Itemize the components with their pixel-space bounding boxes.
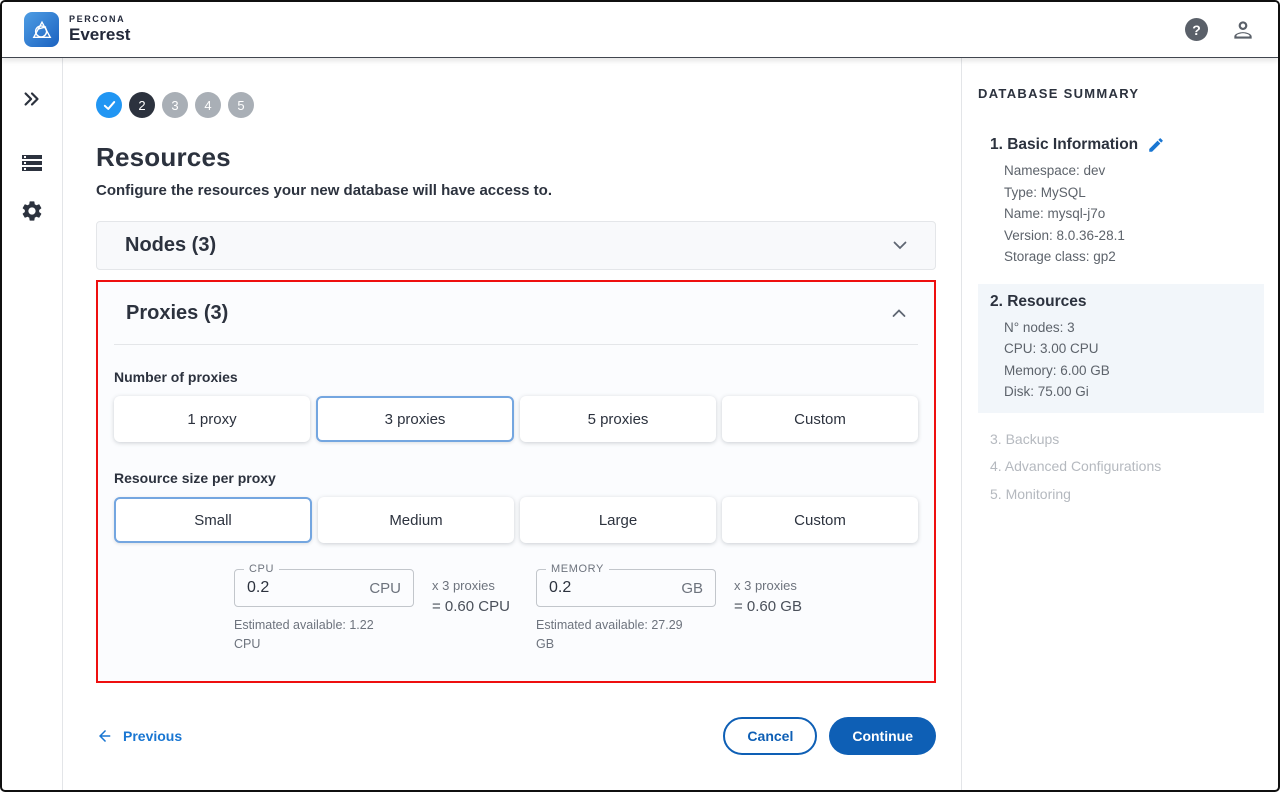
memory-helper-text: Estimated available: 27.29 GB	[536, 616, 701, 655]
proxies-option-5[interactable]: 5 proxies	[520, 396, 716, 442]
memory-total: = 0.60 GB	[734, 598, 838, 615]
step-3[interactable]: 3	[162, 92, 188, 118]
brand-percona: PERCONA	[69, 15, 130, 24]
basic-information-title: 1. Basic Information	[990, 136, 1138, 154]
cpu-total-block: x 3 proxies = 0.60 CPU	[432, 569, 536, 655]
resource-inputs-row: CPU CPU Estimated available: 1.22 CPU x …	[234, 569, 918, 655]
wizard-stepper: 2 3 4 5	[96, 92, 936, 118]
size-option-medium[interactable]: Medium	[318, 497, 514, 543]
summary-item-namespace: Namespace: dev	[1004, 160, 1258, 182]
page-subtitle: Configure the resources your new databas…	[96, 182, 936, 199]
size-option-small-selected[interactable]: Small	[114, 497, 312, 543]
memory-multiplier: x 3 proxies	[734, 578, 838, 593]
cancel-button[interactable]: Cancel	[723, 717, 817, 755]
resource-size-label: Resource size per proxy	[114, 470, 918, 486]
cpu-total: = 0.60 CPU	[432, 598, 536, 615]
cpu-field-label: CPU	[244, 563, 279, 575]
nav-databases-item[interactable]	[15, 146, 49, 180]
page-title: Resources	[96, 142, 936, 173]
brand-text: PERCONA Everest	[69, 15, 130, 43]
double-chevron-right-icon	[21, 88, 43, 110]
check-icon	[102, 98, 117, 113]
brand-everest: Everest	[69, 26, 130, 44]
cpu-multiplier: x 3 proxies	[432, 578, 536, 593]
size-option-custom[interactable]: Custom	[722, 497, 918, 543]
cpu-unit-suffix: CPU	[369, 580, 401, 597]
nodes-accordion-header[interactable]: Nodes (3)	[96, 221, 936, 270]
summary-title: DATABASE SUMMARY	[978, 86, 1264, 101]
nav-settings-item[interactable]	[15, 194, 49, 228]
step-2-current[interactable]: 2	[129, 92, 155, 118]
summary-item-type: Type: MySQL	[1004, 182, 1258, 204]
summary-item-memory: Memory: 6.00 GB	[1004, 360, 1258, 382]
number-of-proxies-toggle-group: 1 proxy 3 proxies 5 proxies Custom	[114, 396, 918, 442]
cpu-input[interactable]	[247, 579, 361, 597]
wizard-main-panel: 2 3 4 5 Resources Configure the resource…	[63, 58, 961, 790]
summary-resources: 2. Resources N° nodes: 3 CPU: 3.00 CPU M…	[978, 284, 1264, 413]
summary-item-nodes: N° nodes: 3	[1004, 317, 1258, 339]
resources-section-title: 2. Resources	[990, 293, 1087, 311]
edit-basic-information-button[interactable]	[1147, 136, 1165, 154]
app-window: PERCONA Everest ?	[0, 0, 1280, 792]
step-1-done[interactable]	[96, 92, 122, 118]
summary-step-advanced-configurations: 4. Advanced Configurations	[990, 456, 1264, 478]
summary-item-cpu: CPU: 3.00 CPU	[1004, 338, 1258, 360]
memory-total-block: x 3 proxies = 0.60 GB	[734, 569, 838, 655]
continue-button[interactable]: Continue	[829, 717, 936, 755]
size-option-large[interactable]: Large	[520, 497, 716, 543]
summary-step-monitoring: 5. Monitoring	[990, 484, 1264, 506]
summary-step-backups: 3. Backups	[990, 429, 1264, 451]
summary-upcoming-steps: 3. Backups 4. Advanced Configurations 5.…	[978, 429, 1264, 506]
previous-label: Previous	[123, 728, 182, 744]
back-arrow-icon	[96, 727, 114, 745]
proxies-option-1[interactable]: 1 proxy	[114, 396, 310, 442]
top-app-bar: PERCONA Everest ?	[2, 2, 1278, 58]
number-of-proxies-label: Number of proxies	[114, 369, 918, 385]
help-icon[interactable]: ?	[1185, 18, 1208, 41]
summary-basic-information: 1. Basic Information Namespace: dev Type…	[978, 127, 1264, 278]
memory-unit-suffix: GB	[681, 580, 703, 597]
summary-item-storage-class: Storage class: gp2	[1004, 246, 1258, 268]
chevron-down-icon	[893, 241, 907, 250]
resource-size-toggle-group: Small Medium Large Custom	[114, 497, 918, 543]
proxies-section-highlighted: Proxies (3) Number of proxies 1 proxy 3 …	[96, 280, 936, 683]
left-nav-rail	[2, 58, 63, 790]
edit-pencil-icon	[1147, 136, 1165, 154]
proxies-accordion-header[interactable]: Proxies (3)	[98, 282, 934, 344]
user-icon[interactable]	[1230, 17, 1256, 43]
memory-input[interactable]	[549, 579, 673, 597]
summary-item-version: Version: 8.0.36-28.1	[1004, 225, 1258, 247]
memory-field-label: MEMORY	[546, 563, 609, 575]
percona-logo	[24, 12, 59, 47]
wizard-footer: Previous Cancel Continue	[96, 717, 936, 755]
cpu-helper-text: Estimated available: 1.22 CPU	[234, 616, 399, 655]
settings-gear-icon	[20, 199, 44, 223]
proxies-option-3-selected[interactable]: 3 proxies	[316, 396, 514, 442]
step-4[interactable]: 4	[195, 92, 221, 118]
proxies-option-custom[interactable]: Custom	[722, 396, 918, 442]
proxies-accordion-title: Proxies (3)	[126, 302, 228, 325]
expand-sidebar-button[interactable]	[15, 82, 49, 116]
memory-field: MEMORY GB	[536, 569, 716, 607]
chevron-up-icon	[892, 309, 906, 318]
step-5[interactable]: 5	[228, 92, 254, 118]
summary-item-disk: Disk: 75.00 Gi	[1004, 381, 1258, 403]
cpu-field: CPU CPU	[234, 569, 414, 607]
previous-button[interactable]: Previous	[96, 727, 182, 745]
summary-item-name: Name: mysql-j7o	[1004, 203, 1258, 225]
database-summary-sidebar: DATABASE SUMMARY 1. Basic Information Na…	[961, 58, 1278, 790]
nodes-accordion-title: Nodes (3)	[125, 234, 216, 257]
databases-list-icon	[20, 151, 44, 175]
